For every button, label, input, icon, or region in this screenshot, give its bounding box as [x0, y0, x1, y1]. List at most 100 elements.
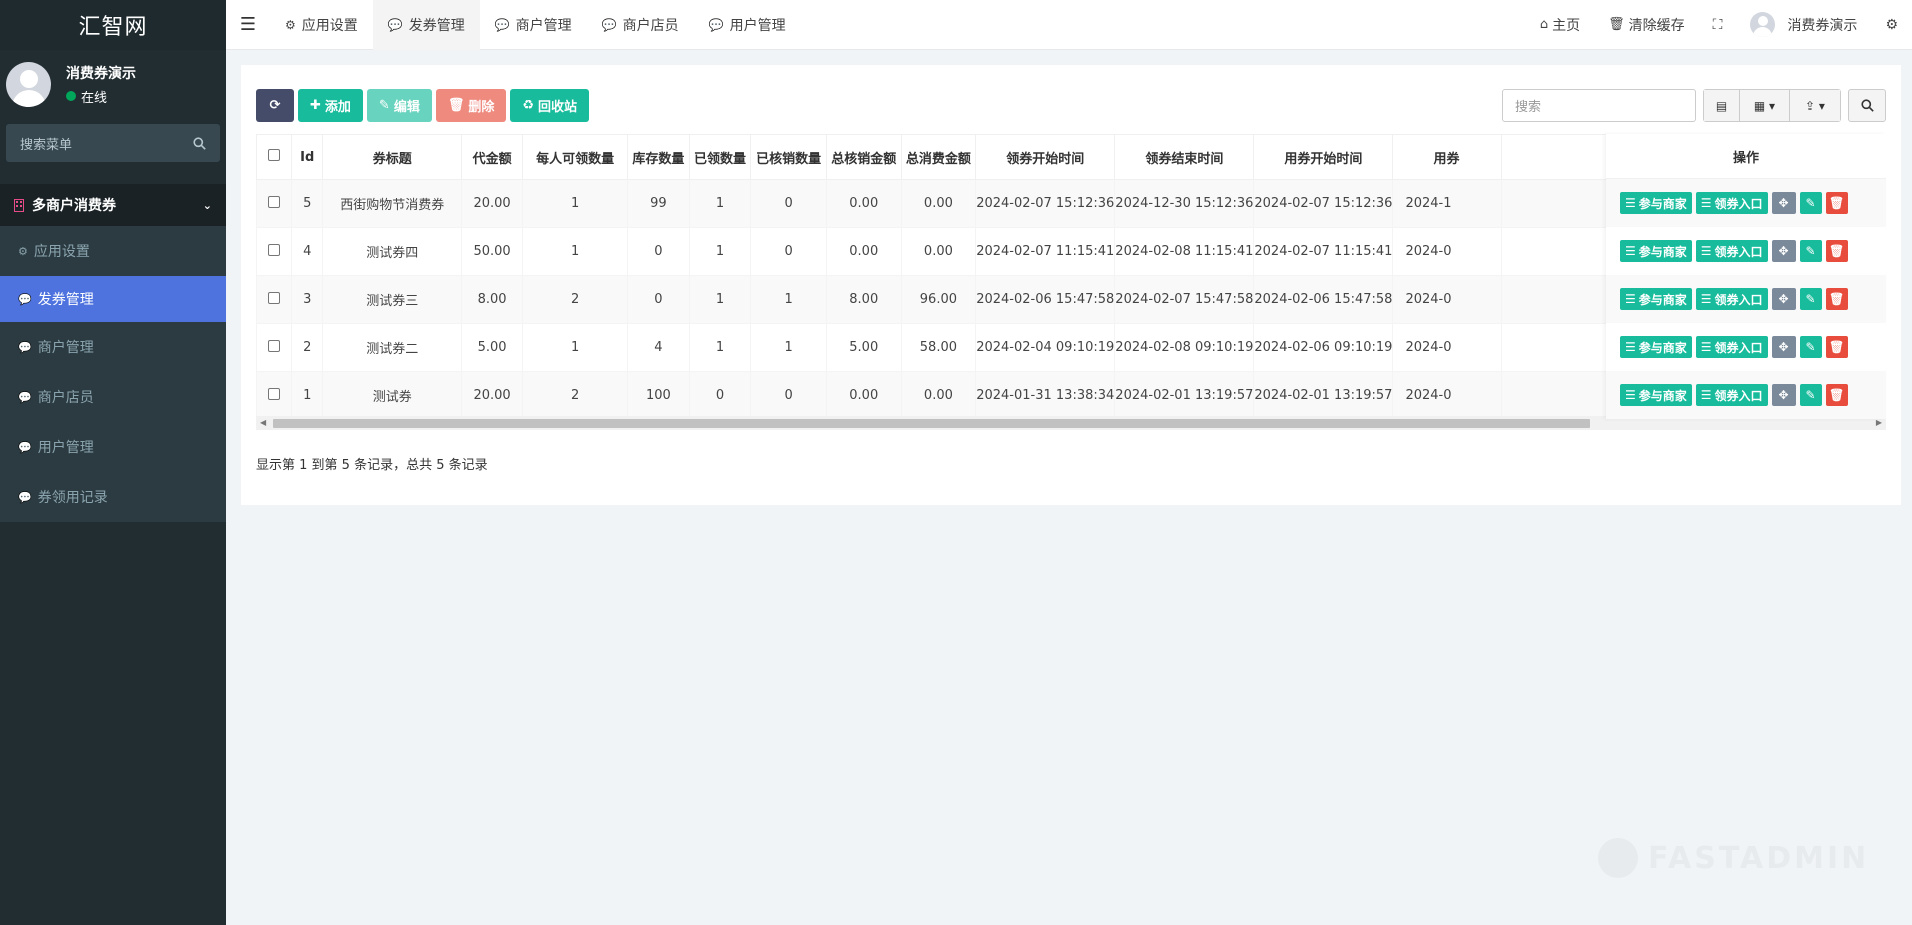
- op-label: 领券入口: [1714, 292, 1763, 307]
- table-cell: 测试券四: [322, 227, 463, 276]
- drag-sort-icon[interactable]: ✥: [1771, 288, 1796, 310]
- drag-sort-icon[interactable]: ✥: [1771, 384, 1796, 406]
- coupon-entry-button[interactable]: ☰ 领券入口: [1695, 336, 1768, 358]
- coupon-entry-button[interactable]: ☰ 领券入口: [1695, 288, 1768, 310]
- add-label: 添加: [324, 100, 351, 115]
- scroll-left-icon[interactable]: ◀: [260, 418, 266, 427]
- table-cell: 2024-02-01 13:19:57: [1114, 371, 1255, 420]
- menu-toggle-icon[interactable]: ☰: [226, 0, 270, 50]
- sidebar-item-app-settings[interactable]: ⚙ 应用设置: [0, 226, 226, 276]
- coupon-entry-button[interactable]: ☰ 领券入口: [1695, 192, 1768, 214]
- tab-users[interactable]: 💬 用户管理: [694, 0, 801, 50]
- sidebar-item-merchants[interactable]: 💬 商户管理: [0, 322, 226, 372]
- join-merchants-button[interactable]: ☰ 参与商家: [1620, 288, 1692, 310]
- coupon-entry-button[interactable]: ☰ 领券入口: [1695, 240, 1768, 262]
- join-merchants-button[interactable]: ☰ 参与商家: [1620, 192, 1692, 214]
- col-header[interactable]: 用券开始时间: [1253, 134, 1394, 180]
- op-label: 参与商家: [1638, 292, 1687, 307]
- table-cell: 8.00: [461, 275, 524, 324]
- edit-row-icon[interactable]: ✎: [1799, 336, 1822, 358]
- col-header[interactable]: 领券结束时间: [1114, 134, 1255, 180]
- comment-icon: 💬: [18, 390, 32, 404]
- select-all-checkbox[interactable]: [256, 134, 293, 180]
- search-icon[interactable]: [193, 136, 206, 150]
- drag-sort-icon[interactable]: ✥: [1771, 192, 1796, 214]
- table-cell: 58.00: [900, 323, 977, 372]
- brand-logo[interactable]: 汇智网: [0, 0, 226, 50]
- recycle-bin-button[interactable]: ♻ 回收站: [510, 89, 590, 122]
- table-cell: 0: [688, 371, 752, 420]
- sidebar-item-users[interactable]: 💬 用户管理: [0, 422, 226, 472]
- scroll-thumb[interactable]: [273, 419, 1590, 428]
- advanced-search-button[interactable]: [1848, 89, 1886, 122]
- edit-label: 编辑: [393, 100, 420, 115]
- menu-group-header[interactable]: 多商户消费券 ⌄: [0, 184, 226, 226]
- join-merchants-button[interactable]: ☰ 参与商家: [1620, 336, 1692, 358]
- col-header[interactable]: 领券开始时间: [975, 134, 1116, 180]
- row-checkbox[interactable]: [256, 275, 293, 324]
- coupon-entry-button[interactable]: ☰ 领券入口: [1695, 384, 1768, 406]
- clear-cache-button[interactable]: 🗑 清除缓存: [1594, 0, 1699, 50]
- col-header[interactable]: 已核销数量: [750, 134, 827, 180]
- col-header[interactable]: 用券: [1392, 134, 1502, 180]
- tab-coupon-issue[interactable]: 💬 发券管理: [372, 0, 480, 50]
- sidebar-item-merchant-staff[interactable]: 💬 商户店员: [0, 372, 226, 422]
- row-checkbox[interactable]: [256, 227, 293, 276]
- row-checkbox[interactable]: [256, 323, 293, 372]
- home-link[interactable]: ⌂ 主页: [1526, 0, 1594, 50]
- delete-row-icon[interactable]: 🗑: [1825, 192, 1848, 214]
- settings-gears-icon[interactable]: ⚙: [1871, 0, 1912, 50]
- col-header[interactable]: 券标题: [322, 134, 463, 180]
- col-header[interactable]: 每人可领数量: [522, 134, 629, 180]
- export-dropdown-icon[interactable]: ⇪ ▾: [1790, 90, 1840, 121]
- delete-row-icon[interactable]: 🗑: [1825, 240, 1848, 262]
- add-button[interactable]: ✚ 添加: [298, 89, 363, 122]
- columns-dropdown-icon[interactable]: ▦ ▾: [1740, 90, 1790, 121]
- search-menu-input[interactable]: 搜索菜单: [6, 124, 220, 162]
- table-cell: 2024-02-07 15:47:58: [1114, 275, 1255, 324]
- edit-button[interactable]: ✎ 编辑: [366, 89, 432, 122]
- delete-row-icon[interactable]: 🗑: [1825, 336, 1848, 358]
- edit-row-icon[interactable]: ✎: [1799, 192, 1822, 214]
- col-header[interactable]: 总核销金额: [825, 134, 902, 180]
- edit-row-icon[interactable]: ✎: [1799, 384, 1822, 406]
- fullscreen-icon[interactable]: ⛶: [1699, 0, 1737, 50]
- drag-sort-icon[interactable]: ✥: [1771, 336, 1796, 358]
- sidebar-item-coupon-issue[interactable]: 💬 发券管理: [0, 276, 226, 322]
- edit-row-icon[interactable]: ✎: [1799, 240, 1822, 262]
- toggle-view-icon[interactable]: ▤: [1704, 90, 1740, 121]
- edit-row-icon[interactable]: ✎: [1799, 288, 1822, 310]
- col-header[interactable]: 已领数量: [688, 134, 752, 180]
- table-cell: 2024-12-30 15:12:36: [1114, 179, 1255, 228]
- scroll-right-icon[interactable]: ▶: [1876, 418, 1882, 427]
- view-tool-group: ▤ ▦ ▾ ⇪ ▾: [1703, 89, 1841, 122]
- delete-row-icon[interactable]: 🗑: [1825, 288, 1848, 310]
- col-header[interactable]: 总消费金额: [900, 134, 977, 180]
- col-header[interactable]: 代金额: [461, 134, 524, 180]
- drag-sort-icon[interactable]: ✥: [1771, 240, 1796, 262]
- join-merchants-button[interactable]: ☰ 参与商家: [1620, 240, 1692, 262]
- tab-merchant-staff[interactable]: 💬 商户店员: [587, 0, 694, 50]
- table-tools: 搜索 ▤ ▦ ▾ ⇪ ▾: [1502, 89, 1886, 122]
- table-cell: 1: [688, 323, 752, 372]
- tab-merchants[interactable]: 💬 商户管理: [480, 0, 587, 50]
- col-header[interactable]: Id: [291, 134, 324, 180]
- list-icon: ☰: [1700, 196, 1712, 210]
- ops-header: 操作: [1606, 134, 1886, 179]
- delete-row-icon[interactable]: 🗑: [1825, 384, 1848, 406]
- sidebar-item-label: 应用设置: [33, 244, 90, 260]
- table-cell: 西街购物节消费券: [322, 179, 463, 228]
- list-icon: ☰: [1625, 196, 1636, 210]
- tab-app-settings[interactable]: ⚙ 应用设置: [270, 0, 373, 50]
- col-header[interactable]: 库存数量: [627, 134, 690, 180]
- row-checkbox[interactable]: [256, 179, 293, 228]
- refresh-button[interactable]: ⟳: [256, 89, 294, 122]
- delete-button[interactable]: 🗑 删除: [435, 89, 507, 122]
- tab-label: 商户店员: [622, 17, 679, 34]
- join-merchants-button[interactable]: ☰ 参与商家: [1620, 384, 1692, 406]
- user-menu[interactable]: 消费券演示: [1736, 0, 1871, 50]
- sidebar-item-coupon-records[interactable]: 💬 券领用记录: [0, 472, 226, 522]
- table-search-input[interactable]: 搜索: [1502, 89, 1696, 122]
- list-icon: ☰: [1625, 292, 1636, 306]
- row-checkbox[interactable]: [256, 371, 293, 420]
